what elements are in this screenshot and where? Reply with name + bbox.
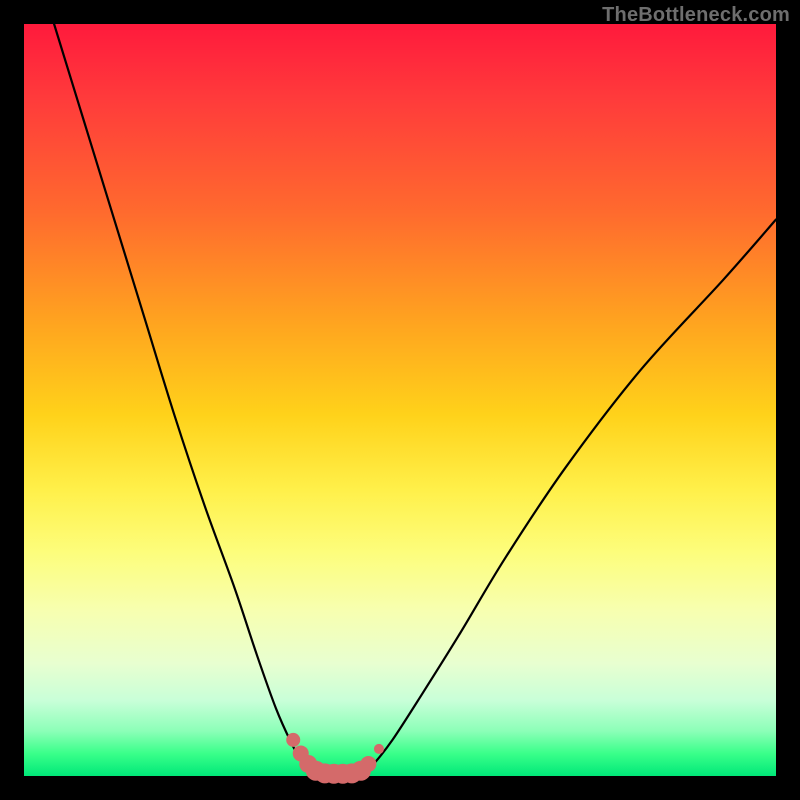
right-curve-path bbox=[364, 220, 776, 773]
trough-marker-group bbox=[286, 733, 384, 784]
left-curve-path bbox=[54, 24, 311, 773]
trough-marker-dot bbox=[286, 733, 300, 747]
chart-frame bbox=[24, 24, 776, 776]
curve-group bbox=[54, 24, 776, 773]
bottleneck-curve-chart bbox=[24, 24, 776, 776]
trough-marker-dot bbox=[374, 744, 384, 754]
trough-marker-dot bbox=[360, 756, 376, 772]
